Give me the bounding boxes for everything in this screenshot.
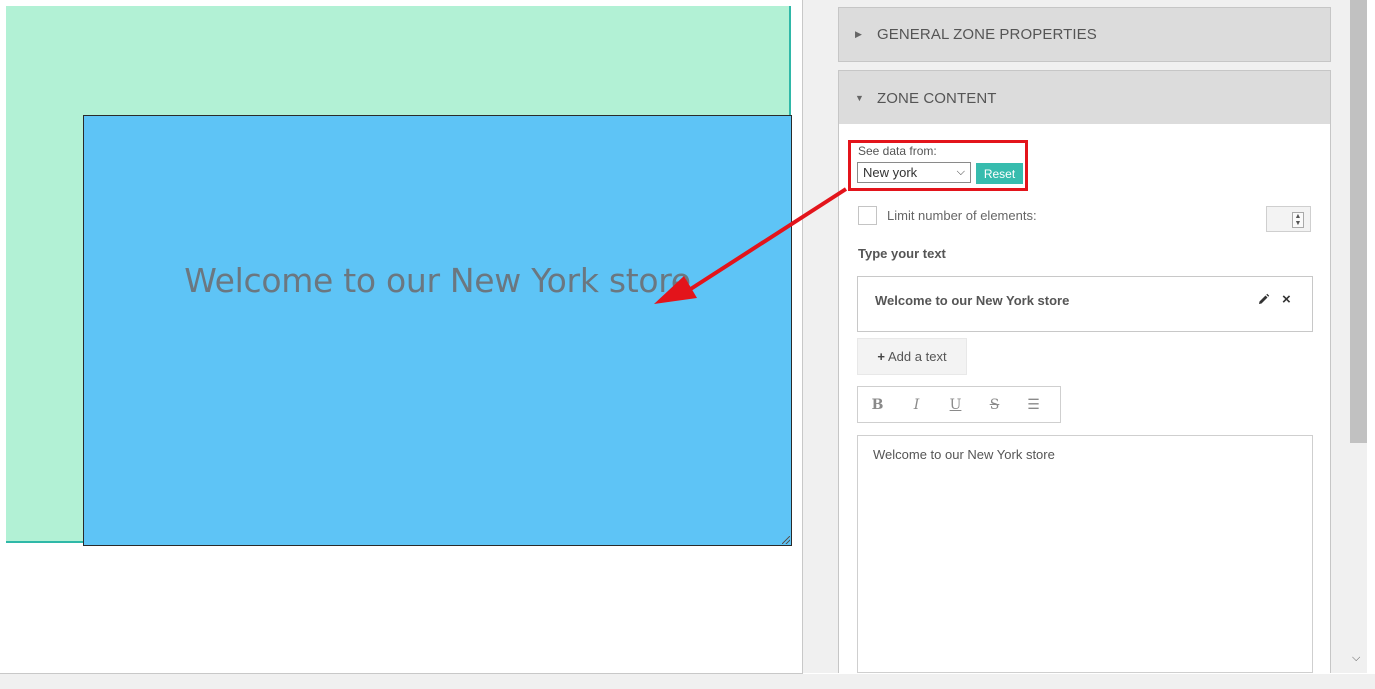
zone-content-header[interactable]: ▼ ZONE CONTENT <box>838 70 1331 126</box>
text-zone[interactable]: Welcome to our New York store <box>83 115 792 546</box>
highlight-annotation <box>848 140 1028 191</box>
zone-text: Welcome to our New York store <box>184 261 691 300</box>
pencil-icon[interactable] <box>1257 293 1270 306</box>
section-title: ZONE CONTENT <box>877 89 997 107</box>
editor-content: Welcome to our New York store <box>873 447 1055 462</box>
underline-button[interactable]: U <box>936 397 975 413</box>
layout-canvas: Welcome to our New York store <box>0 0 803 674</box>
strikethrough-button[interactable]: S <box>975 397 1014 413</box>
close-icon[interactable]: × <box>1282 291 1291 308</box>
format-toolbar: B I U S ☰ <box>857 386 1061 423</box>
type-text-label: Type your text <box>858 246 946 261</box>
scroll-down-icon[interactable]: ⌵ <box>1352 652 1360 665</box>
scroll-thumb[interactable] <box>1350 0 1367 443</box>
caret-down-icon: ▼ <box>855 93 865 103</box>
properties-panel: ▶ GENERAL ZONE PROPERTIES ▼ ZONE CONTENT… <box>803 0 1350 673</box>
bold-button[interactable]: B <box>858 397 897 413</box>
zone-content-body: See data from: New york ⌵ Reset Limit nu… <box>838 124 1331 673</box>
bottom-strip <box>0 674 1375 689</box>
plus-icon: + <box>877 349 886 364</box>
add-text-label: Add a text <box>888 349 947 364</box>
list-button[interactable]: ☰ <box>1014 397 1053 413</box>
caret-right-icon: ▶ <box>855 29 863 39</box>
italic-button[interactable]: I <box>897 397 936 413</box>
stepper-arrows-icon[interactable]: ▲ ▼ <box>1292 212 1304 228</box>
vertical-scrollbar[interactable]: ⌵ <box>1350 0 1367 673</box>
text-entry-label: Welcome to our New York store <box>875 293 1070 308</box>
limit-count-stepper[interactable]: ▲ ▼ <box>1266 206 1311 232</box>
add-text-button[interactable]: + Add a text <box>857 338 967 375</box>
limit-elements-checkbox[interactable] <box>858 206 877 225</box>
text-editor[interactable]: Welcome to our New York store <box>857 435 1313 673</box>
general-zone-properties-header[interactable]: ▶ GENERAL ZONE PROPERTIES <box>838 7 1331 62</box>
limit-elements-label: Limit number of elements: <box>887 208 1037 223</box>
outer-zone[interactable]: Welcome to our New York store <box>6 6 792 546</box>
section-title: GENERAL ZONE PROPERTIES <box>877 26 1097 43</box>
resize-handle-icon[interactable] <box>782 536 790 544</box>
text-entry-item[interactable]: Welcome to our New York store × <box>857 276 1313 332</box>
